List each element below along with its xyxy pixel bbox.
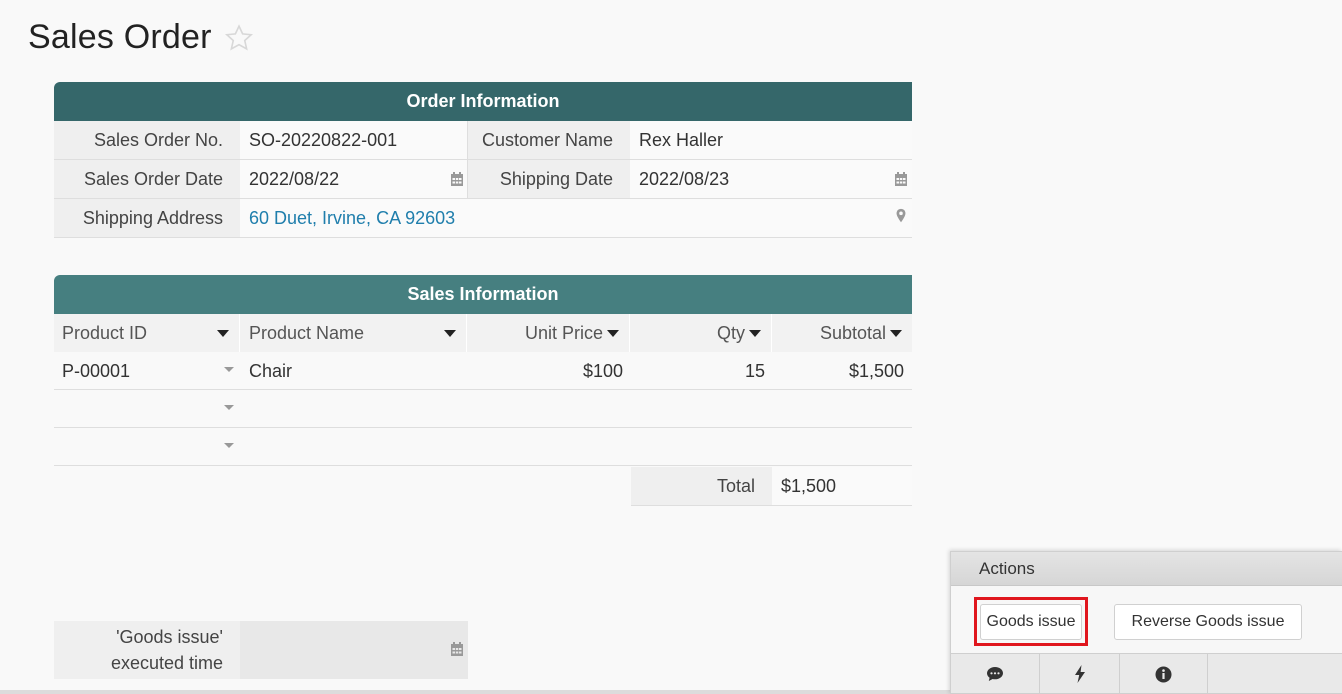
- calendar-icon[interactable]: [894, 171, 908, 187]
- sales-information-header: Sales Information: [54, 275, 912, 314]
- sort-arrow-icon[interactable]: [217, 330, 229, 337]
- title-row: Sales Order: [28, 18, 254, 57]
- column-header-unit-price[interactable]: Unit Price: [467, 314, 630, 352]
- dropdown-arrow-icon[interactable]: [224, 367, 234, 372]
- shipping-date-value: 2022/08/23: [639, 168, 730, 189]
- comment-icon: [987, 667, 1003, 681]
- customer-name-field[interactable]: Rex Haller: [630, 121, 912, 159]
- sort-arrow-icon[interactable]: [749, 329, 761, 337]
- dropdown-arrow-icon[interactable]: [224, 405, 234, 410]
- order-information-header: Order Information: [54, 82, 912, 121]
- sort-arrow-icon[interactable]: [890, 329, 902, 337]
- sales-order-no-label: Sales Order No.: [54, 121, 240, 159]
- goods-issue-time-label: 'Goods issue' executed time: [54, 621, 240, 679]
- sales-grid-header: Product ID Product Name Unit Price Qty S…: [54, 314, 912, 352]
- column-header-subtotal[interactable]: Subtotal: [772, 314, 912, 352]
- action-bar: [951, 653, 1342, 694]
- product-name-cell[interactable]: Chair: [249, 352, 459, 390]
- star-icon[interactable]: [224, 23, 254, 53]
- goods-issue-button[interactable]: Goods issue: [980, 604, 1082, 640]
- map-pin-icon[interactable]: [894, 208, 908, 224]
- shipping-address-link[interactable]: 60 Duet, Irvine, CA 92603: [240, 199, 912, 237]
- product-id-cell[interactable]: [62, 428, 232, 466]
- calendar-icon[interactable]: [450, 641, 464, 657]
- shipping-date-field[interactable]: 2022/08/23: [630, 160, 912, 198]
- column-header-qty[interactable]: Qty: [630, 314, 772, 352]
- order-row-2: Sales Order Date 2022/08/22 Shipping Dat…: [54, 160, 912, 199]
- reverse-goods-issue-button[interactable]: Reverse Goods issue: [1114, 604, 1302, 640]
- sales-order-date-value: 2022/08/22: [249, 168, 340, 189]
- sales-order-page: Sales Order Order Information Sales Orde…: [0, 0, 1342, 694]
- total-label: Total: [631, 467, 772, 505]
- table-row: P-00001 Chair $100 15 $1,500: [54, 352, 912, 390]
- table-row: [54, 428, 912, 466]
- calendar-icon[interactable]: [450, 171, 464, 187]
- product-id-link[interactable]: P-00001: [62, 352, 232, 390]
- actions-title: Actions: [951, 552, 1342, 586]
- total-value: $1,500: [772, 467, 912, 505]
- shipping-address-label: Shipping Address: [54, 199, 240, 237]
- sales-order-date-label: Sales Order Date: [54, 160, 240, 198]
- subtotal-cell: $1,500: [848, 360, 904, 381]
- actions-panel: Actions Goods issue Reverse Goods issue: [950, 551, 1342, 694]
- lightning-icon: [1074, 665, 1085, 683]
- column-header-product-name[interactable]: Product Name: [240, 314, 467, 352]
- sort-arrow-icon[interactable]: [607, 329, 619, 337]
- sales-order-no-field[interactable]: SO-20220822-001: [240, 121, 468, 159]
- table-row: [54, 390, 912, 428]
- column-header-product-id[interactable]: Product ID: [54, 314, 240, 352]
- order-row-1: Sales Order No. SO-20220822-001 Customer…: [54, 121, 912, 160]
- info-button[interactable]: [1120, 654, 1208, 694]
- info-icon: [1155, 666, 1172, 682]
- customer-name-label: Customer Name: [468, 121, 630, 159]
- automation-button[interactable]: [1040, 654, 1120, 694]
- dropdown-arrow-icon[interactable]: [224, 443, 234, 448]
- shipping-date-label: Shipping Date: [468, 160, 630, 198]
- sort-arrow-icon[interactable]: [444, 330, 456, 337]
- sales-order-date-field[interactable]: 2022/08/22: [240, 160, 468, 198]
- total-row: Total $1,500: [631, 467, 912, 506]
- product-id-cell[interactable]: [62, 390, 232, 428]
- comment-button[interactable]: [951, 654, 1040, 694]
- qty-cell[interactable]: 15: [630, 352, 765, 390]
- order-row-3: Shipping Address 60 Duet, Irvine, CA 926…: [54, 199, 912, 238]
- goods-issue-time-field[interactable]: [240, 621, 468, 679]
- unit-price-cell[interactable]: $100: [467, 352, 623, 390]
- bottom-divider: [0, 690, 950, 694]
- page-title: Sales Order: [28, 18, 212, 56]
